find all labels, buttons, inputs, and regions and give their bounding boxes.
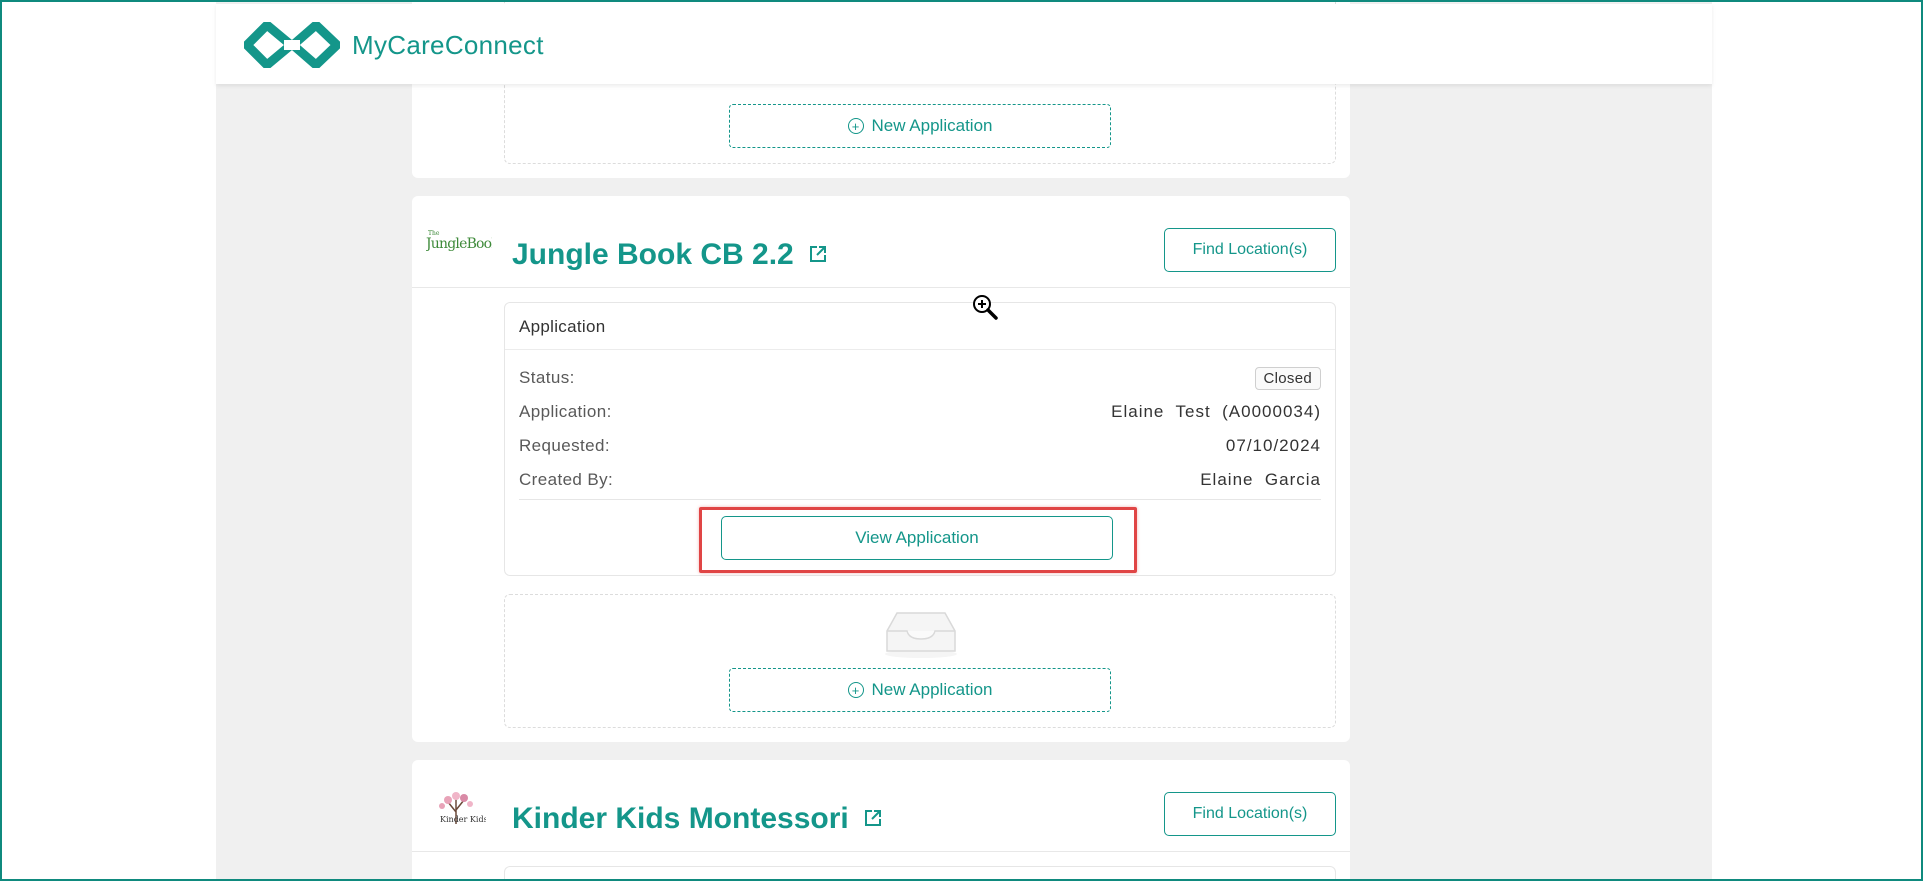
jungle-book-logo: The JungleBook: [424, 228, 501, 256]
new-application-button[interactable]: + New Application: [729, 104, 1111, 148]
created-by-value: Elaine Garcia: [1200, 470, 1321, 489]
application-panel-title: Application: [505, 303, 1335, 350]
external-link-icon[interactable]: [863, 802, 883, 836]
view-application-button[interactable]: View Application: [721, 516, 1113, 560]
empty-applications-area: + New Application: [504, 594, 1336, 728]
provider-title[interactable]: Jungle Book CB 2.2: [512, 238, 828, 272]
provider-card-kinder-kids: Kinder Kids Kinder Kids Montessori Find …: [412, 760, 1350, 881]
provider-name: Kinder Kids Montessori: [512, 802, 849, 835]
kinder-kids-logo-text: Kinder Kids: [440, 815, 486, 824]
new-application-button[interactable]: + New Application: [729, 668, 1111, 712]
card-divider: [412, 851, 1350, 852]
requested-value: 07/10/2024: [1225, 436, 1321, 455]
status-badge: Closed: [1254, 366, 1321, 390]
application-row: Application: Elaine Test (A0000034): [519, 397, 1321, 427]
empty-inbox-icon: [883, 609, 959, 664]
kinder-kids-logo: Kinder Kids: [426, 790, 488, 830]
plus-circle-icon: +: [847, 118, 864, 134]
mycareconnect-logo-icon[interactable]: [240, 18, 344, 73]
external-link-icon[interactable]: [808, 238, 828, 272]
requested-label: Requested:: [519, 436, 610, 455]
card-divider: [412, 287, 1350, 288]
app-header: MyCareConnect: [216, 4, 1712, 84]
rows-divider: [519, 499, 1321, 500]
requested-row: Requested: 07/10/2024: [519, 431, 1321, 461]
application-label: Application:: [519, 402, 612, 421]
plus-circle-icon: +: [847, 682, 864, 698]
created-by-label: Created By:: [519, 470, 614, 489]
provider-name: Jungle Book CB 2.2: [512, 238, 794, 271]
status-row: Status: Closed: [519, 363, 1321, 393]
status-label: Status:: [519, 368, 575, 387]
zoom-in-cursor-icon: [972, 294, 998, 325]
provider-card-jungle-book: The JungleBook Jungle Book CB 2.2 Find L…: [412, 196, 1350, 742]
app-name: MyCareConnect: [352, 30, 544, 60]
application-panel: Application Status: Closed Application: …: [504, 302, 1336, 576]
svg-text:JungleBook: JungleBook: [426, 236, 492, 252]
new-application-label: New Application: [871, 680, 993, 699]
provider-title[interactable]: Kinder Kids Montessori: [512, 802, 883, 836]
find-locations-button[interactable]: Find Location(s): [1164, 228, 1336, 272]
new-application-label: New Application: [871, 116, 993, 135]
application-value: Elaine Test (A0000034): [1111, 402, 1321, 421]
created-by-row: Created By: Elaine Garcia: [519, 465, 1321, 495]
find-locations-button[interactable]: Find Location(s): [1164, 792, 1336, 836]
application-panel: [504, 866, 1336, 881]
